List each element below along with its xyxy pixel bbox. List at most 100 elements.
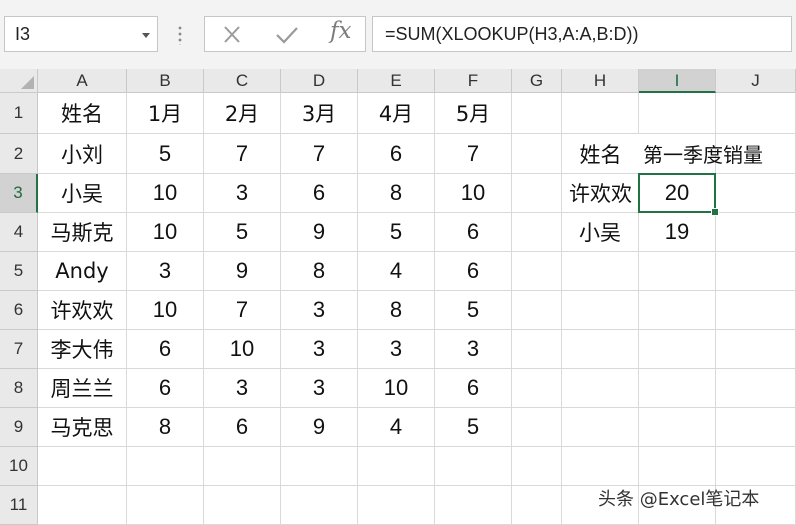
cell-c7[interactable]: 10 xyxy=(204,330,281,369)
cell-h2[interactable]: 姓名 xyxy=(562,134,639,174)
formula-input[interactable]: =SUM(XLOOKUP(H3,A:A,B:D)) xyxy=(372,16,792,52)
cell-a1[interactable]: 姓名 xyxy=(38,93,127,134)
cell-c3[interactable]: 3 xyxy=(204,174,281,213)
cell-b6[interactable]: 10 xyxy=(127,291,204,330)
row-header-3[interactable]: 3 xyxy=(0,174,38,213)
column-header-g[interactable]: G xyxy=(512,69,562,93)
cell-e5[interactable]: 4 xyxy=(358,252,435,291)
column-header-c[interactable]: C xyxy=(204,69,281,93)
cell-a6[interactable]: 许欢欢 xyxy=(38,291,127,330)
cell-j1[interactable] xyxy=(716,93,796,134)
cell-h5[interactable] xyxy=(562,252,639,291)
cell-b2[interactable]: 5 xyxy=(127,134,204,174)
cell-b9[interactable]: 8 xyxy=(127,408,204,447)
cell-i1[interactable] xyxy=(639,93,716,134)
cell-g9[interactable] xyxy=(512,408,562,447)
column-header-e[interactable]: E xyxy=(358,69,435,93)
cell-g5[interactable] xyxy=(512,252,562,291)
cell-d6[interactable]: 3 xyxy=(281,291,358,330)
cell-e9[interactable]: 4 xyxy=(358,408,435,447)
cell-j7[interactable] xyxy=(716,330,796,369)
cell-d1[interactable]: 3月 xyxy=(281,93,358,134)
cell-i4[interactable]: 19 xyxy=(639,213,716,252)
cell-g3[interactable] xyxy=(512,174,562,213)
row-header-8[interactable]: 8 xyxy=(0,369,38,408)
cell-d7[interactable]: 3 xyxy=(281,330,358,369)
cell-f8[interactable]: 6 xyxy=(435,369,512,408)
cell-g7[interactable] xyxy=(512,330,562,369)
column-header-j[interactable]: J xyxy=(716,69,796,93)
cell-b4[interactable]: 10 xyxy=(127,213,204,252)
cell-f9[interactable]: 5 xyxy=(435,408,512,447)
column-header-a[interactable]: A xyxy=(38,69,127,93)
cell-g4[interactable] xyxy=(512,213,562,252)
cell-j4[interactable] xyxy=(716,213,796,252)
select-all-corner[interactable] xyxy=(0,69,38,93)
cell-c10[interactable] xyxy=(204,447,281,486)
cell-i10[interactable] xyxy=(639,447,716,486)
cell-f2[interactable]: 7 xyxy=(435,134,512,174)
insert-function-icon[interactable]: fx xyxy=(330,18,351,44)
cell-f5[interactable]: 6 xyxy=(435,252,512,291)
cell-a11[interactable] xyxy=(38,486,127,525)
check-icon[interactable] xyxy=(273,24,301,46)
cell-g8[interactable] xyxy=(512,369,562,408)
cell-c4[interactable]: 5 xyxy=(204,213,281,252)
cell-f1[interactable]: 5月 xyxy=(435,93,512,134)
cell-j8[interactable] xyxy=(716,369,796,408)
name-box[interactable]: I3 xyxy=(4,16,158,52)
cell-e4[interactable]: 5 xyxy=(358,213,435,252)
cell-h3[interactable]: 许欢欢 xyxy=(562,174,639,213)
cell-f7[interactable]: 3 xyxy=(435,330,512,369)
cell-i8[interactable] xyxy=(639,369,716,408)
fill-handle[interactable] xyxy=(711,208,719,216)
cell-c8[interactable]: 3 xyxy=(204,369,281,408)
cell-e3[interactable]: 8 xyxy=(358,174,435,213)
cell-h7[interactable] xyxy=(562,330,639,369)
cell-b10[interactable] xyxy=(127,447,204,486)
column-header-h[interactable]: H xyxy=(562,69,639,93)
row-header-6[interactable]: 6 xyxy=(0,291,38,330)
cell-d4[interactable]: 9 xyxy=(281,213,358,252)
cell-c6[interactable]: 7 xyxy=(204,291,281,330)
cell-d11[interactable] xyxy=(281,486,358,525)
column-header-f[interactable]: F xyxy=(435,69,512,93)
cell-c11[interactable] xyxy=(204,486,281,525)
row-header-11[interactable]: 11 xyxy=(0,486,38,525)
cell-j6[interactable] xyxy=(716,291,796,330)
cell-b7[interactable]: 6 xyxy=(127,330,204,369)
cell-b1[interactable]: 1月 xyxy=(127,93,204,134)
cell-i3[interactable]: 20 xyxy=(639,174,716,213)
chevron-down-icon[interactable] xyxy=(142,33,150,38)
cell-h4[interactable]: 小吴 xyxy=(562,213,639,252)
row-header-4[interactable]: 4 xyxy=(0,213,38,252)
cell-f11[interactable] xyxy=(435,486,512,525)
cell-g1[interactable] xyxy=(512,93,562,134)
cell-h9[interactable] xyxy=(562,408,639,447)
cell-b11[interactable] xyxy=(127,486,204,525)
cell-h6[interactable] xyxy=(562,291,639,330)
cell-h10[interactable] xyxy=(562,447,639,486)
cell-d3[interactable]: 6 xyxy=(281,174,358,213)
cell-c2[interactable]: 7 xyxy=(204,134,281,174)
cell-e11[interactable] xyxy=(358,486,435,525)
row-header-10[interactable]: 10 xyxy=(0,447,38,486)
cell-c5[interactable]: 9 xyxy=(204,252,281,291)
cell-j10[interactable] xyxy=(716,447,796,486)
cell-g6[interactable] xyxy=(512,291,562,330)
cell-g11[interactable] xyxy=(512,486,562,525)
cell-d5[interactable]: 8 xyxy=(281,252,358,291)
cell-i5[interactable] xyxy=(639,252,716,291)
cell-h8[interactable] xyxy=(562,369,639,408)
cell-i2[interactable]: 第一季度销量 xyxy=(639,134,763,174)
column-header-i[interactable]: I xyxy=(639,69,716,93)
cell-d10[interactable] xyxy=(281,447,358,486)
drag-handle-icon[interactable] xyxy=(178,25,182,45)
cell-g10[interactable] xyxy=(512,447,562,486)
cell-a4[interactable]: 马斯克 xyxy=(38,213,127,252)
cell-a8[interactable]: 周兰兰 xyxy=(38,369,127,408)
cell-j5[interactable] xyxy=(716,252,796,291)
cell-b3[interactable]: 10 xyxy=(127,174,204,213)
cell-d9[interactable]: 9 xyxy=(281,408,358,447)
column-header-b[interactable]: B xyxy=(127,69,204,93)
